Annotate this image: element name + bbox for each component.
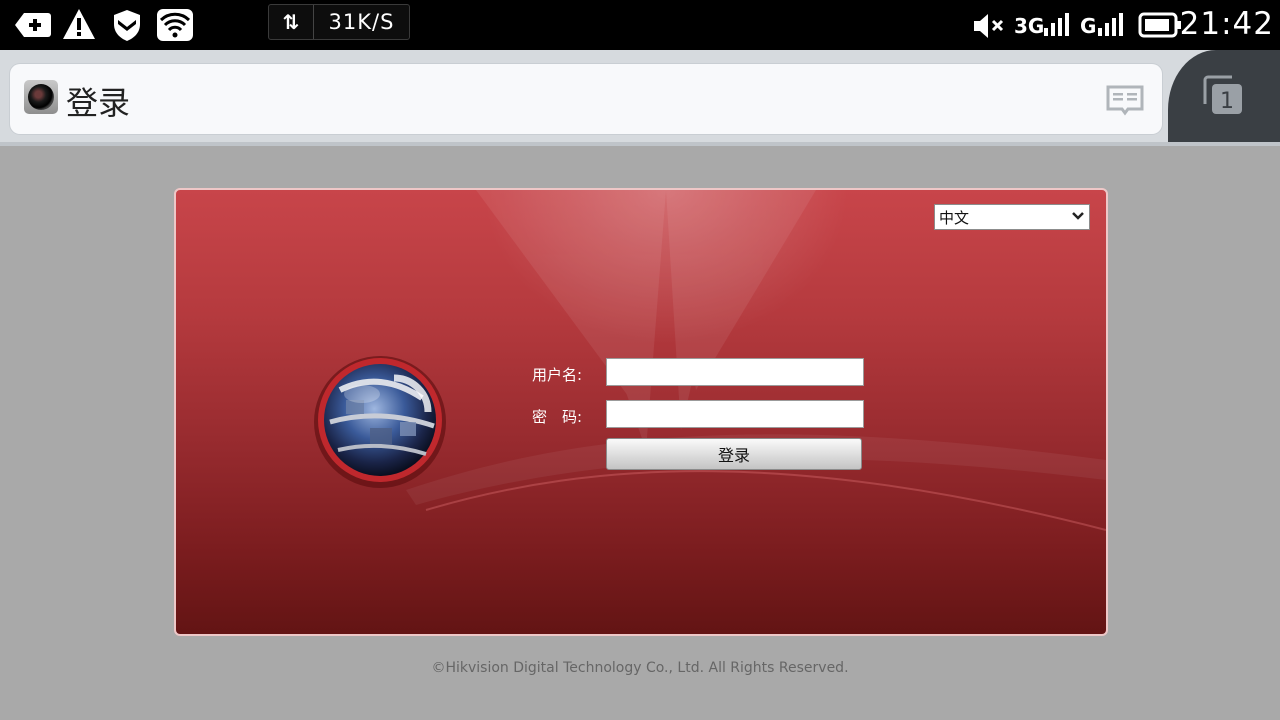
battery-icon bbox=[1138, 12, 1181, 38]
signal-bars-icon-2 bbox=[1098, 13, 1123, 36]
browser-toolbar: 登录 1 bbox=[0, 50, 1280, 146]
chevron-down-icon bbox=[1072, 212, 1084, 220]
username-label: 用户名: bbox=[532, 366, 583, 384]
reader-mode-icon[interactable] bbox=[1106, 84, 1144, 116]
tab-count: 1 bbox=[1220, 89, 1234, 114]
mute-icon bbox=[974, 14, 1004, 38]
site-favicon-icon bbox=[24, 80, 58, 114]
tab-switcher-area[interactable]: 1 bbox=[1168, 50, 1280, 146]
username-input[interactable] bbox=[606, 358, 864, 386]
clock: 21:42 bbox=[1179, 6, 1274, 42]
login-panel: 中文 用户名: 密 码: 登录 bbox=[174, 188, 1108, 636]
network-type-g: G bbox=[1080, 14, 1097, 38]
language-select[interactable]: 中文 bbox=[934, 204, 1090, 230]
page-title: 登录 bbox=[66, 84, 131, 122]
network-speed-value: 31K/S bbox=[328, 10, 395, 34]
network-type-3g: 3G bbox=[1014, 14, 1045, 38]
signal-bars-icon-1 bbox=[1044, 13, 1069, 36]
up-down-arrows-icon: ⇅ bbox=[269, 5, 314, 39]
wifi-icon bbox=[157, 9, 193, 41]
shield-icon bbox=[114, 10, 140, 41]
copyright-footer: ©Hikvision Digital Technology Co., Ltd. … bbox=[431, 660, 849, 676]
password-input[interactable] bbox=[606, 400, 864, 428]
warning-icon bbox=[63, 9, 95, 39]
download-plus-icon bbox=[15, 13, 51, 37]
hikvision-sphere-logo bbox=[314, 356, 446, 488]
network-speed-indicator: ⇅ 31K/S bbox=[268, 4, 410, 40]
login-button[interactable]: 登录 bbox=[606, 438, 862, 470]
status-bar: ⇅ 31K/S 3G G 21:42 bbox=[0, 0, 1280, 50]
tab-count-icon[interactable]: 1 bbox=[1202, 74, 1246, 118]
password-label: 密 码: bbox=[532, 408, 583, 426]
language-selected-value: 中文 bbox=[939, 209, 970, 227]
address-bar[interactable]: 登录 bbox=[10, 64, 1162, 134]
